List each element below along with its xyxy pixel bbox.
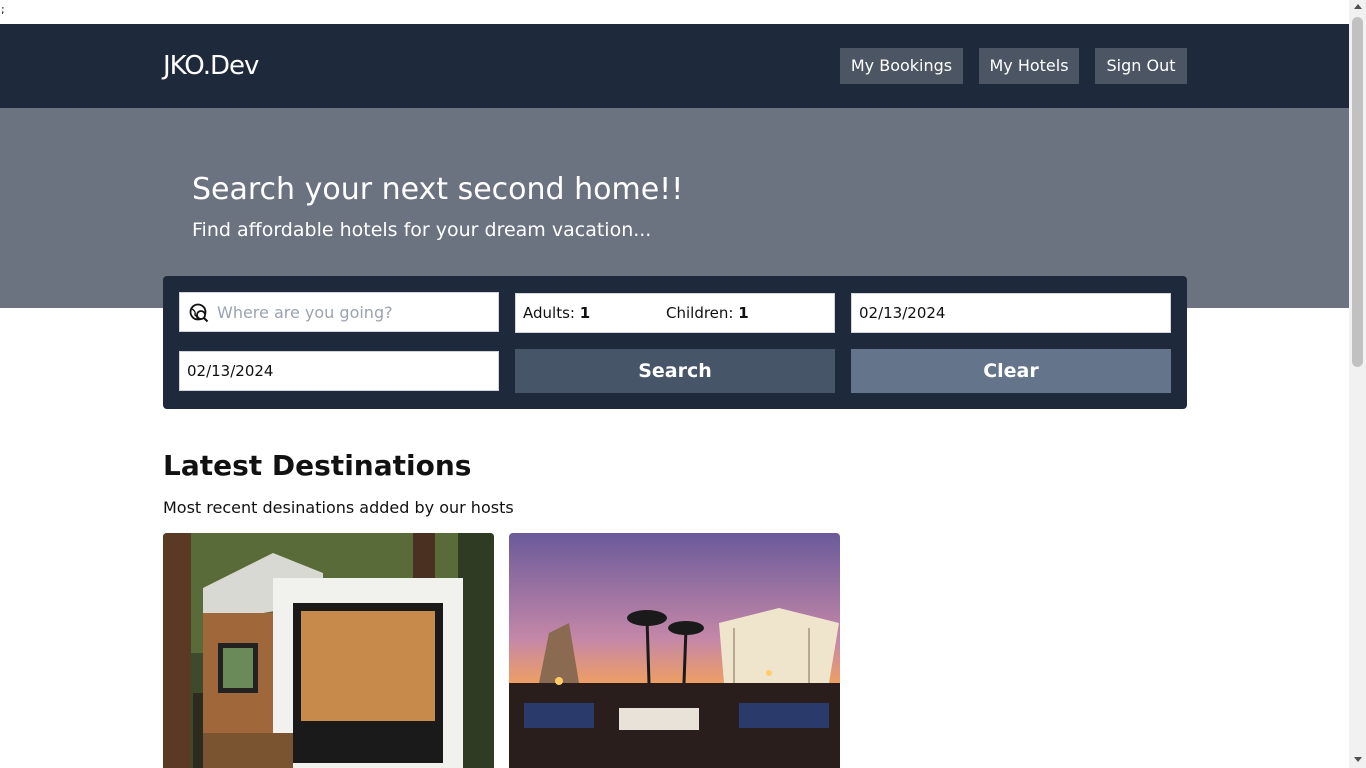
- destination-field[interactable]: [179, 292, 499, 332]
- globe-search-icon: [189, 303, 209, 323]
- check-out-date-input[interactable]: 02/13/2024: [179, 351, 499, 391]
- stray-text: ;: [1, 3, 5, 16]
- latest-destinations-subtitle: Most recent desinations added by our hos…: [163, 498, 514, 517]
- my-bookings-button[interactable]: My Bookings: [840, 48, 963, 84]
- clear-button[interactable]: Clear: [851, 349, 1171, 393]
- children-value[interactable]: 1: [738, 304, 748, 322]
- search-button[interactable]: Search: [515, 349, 835, 393]
- adults-value[interactable]: 1: [580, 304, 590, 322]
- top-header: JKO.Dev My Bookings My Hotels Sign Out: [0, 24, 1349, 108]
- destination-input[interactable]: [217, 293, 493, 331]
- vertical-scrollbar[interactable]: [1349, 0, 1366, 768]
- children-counter[interactable]: Children: 1: [666, 294, 749, 332]
- hero-subtitle: Find affordable hotels for your dream va…: [192, 219, 652, 241]
- sign-out-button[interactable]: Sign Out: [1095, 48, 1187, 84]
- scrollbar-thumb[interactable]: [1352, 17, 1363, 367]
- scroll-up-arrow-icon[interactable]: [1354, 4, 1362, 9]
- search-panel: Adults: 1 Children: 1 02/13/2024 02/13/2…: [163, 276, 1187, 409]
- destination-card[interactable]: [163, 533, 494, 768]
- children-label: Children:: [666, 304, 734, 322]
- destination-card[interactable]: [509, 533, 840, 768]
- scroll-down-arrow-icon[interactable]: [1354, 757, 1362, 762]
- destination-image: [163, 533, 494, 768]
- guests-field[interactable]: Adults: 1 Children: 1: [515, 293, 835, 333]
- hero-title: Search your next second home!!: [192, 172, 684, 207]
- adults-label: Adults:: [523, 304, 575, 322]
- my-hotels-button[interactable]: My Hotels: [979, 48, 1079, 84]
- destination-image: [509, 533, 840, 768]
- adults-counter[interactable]: Adults: 1: [523, 294, 590, 332]
- page: ; JKO.Dev My Bookings My Hotels Sign Out…: [0, 0, 1366, 768]
- site-logo[interactable]: JKO.Dev: [163, 50, 259, 82]
- latest-destinations-title: Latest Destinations: [163, 449, 472, 482]
- check-in-date-input[interactable]: 02/13/2024: [851, 293, 1171, 333]
